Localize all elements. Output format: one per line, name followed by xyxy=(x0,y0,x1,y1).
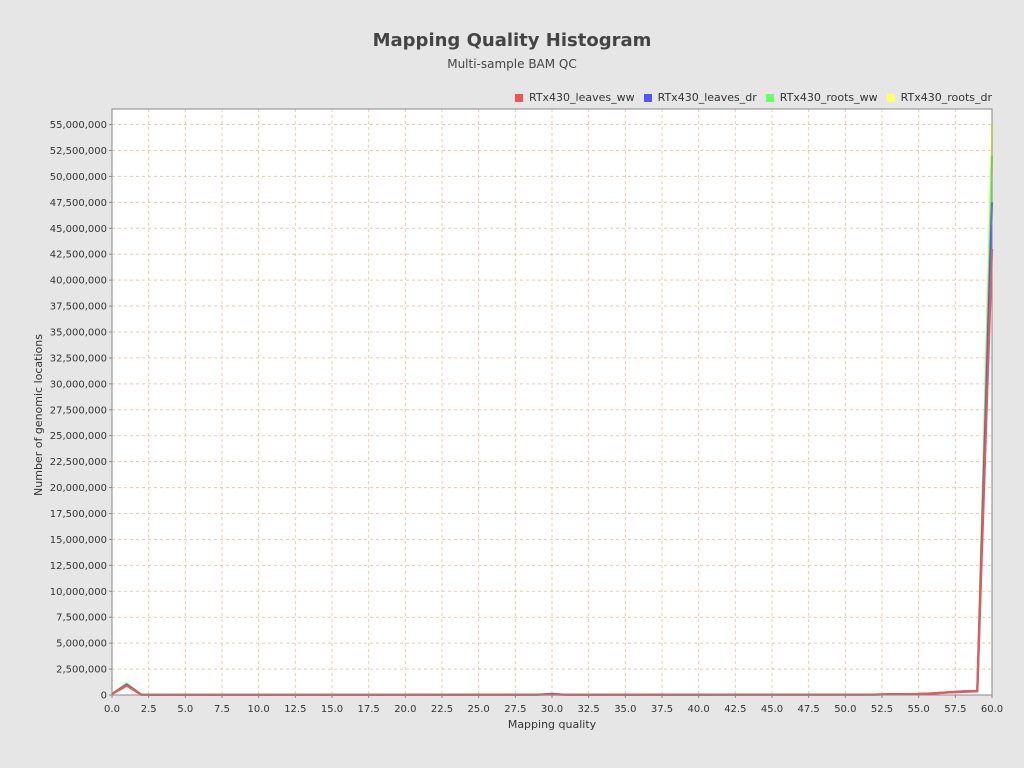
x-tick-label: 0.0 xyxy=(104,704,120,715)
y-tick-label: 37,500,000 xyxy=(50,302,107,313)
y-tick-label: 30,000,000 xyxy=(50,379,107,390)
x-tick-label: 7.5 xyxy=(214,704,230,715)
y-tick-label: 22,500,000 xyxy=(50,457,107,468)
x-tick-label: 30.0 xyxy=(541,704,563,715)
y-tick-label: 55,000,000 xyxy=(50,120,107,131)
x-tick-label: 22.5 xyxy=(431,704,453,715)
x-tick-label: 50.0 xyxy=(834,704,856,715)
y-tick-label: 47,500,000 xyxy=(50,198,107,209)
x-tick-label: 15.0 xyxy=(321,704,343,715)
y-tick-label: 10,000,000 xyxy=(50,587,107,598)
y-tick-label: 45,000,000 xyxy=(50,224,107,235)
y-axis-title: Number of genomic locations xyxy=(32,334,45,496)
x-tick-label: 27.5 xyxy=(504,704,526,715)
x-tick-label: 20.0 xyxy=(394,704,416,715)
y-tick-label: 40,000,000 xyxy=(50,276,107,287)
y-axis: 0 2,500,000 5,000,000 7,500,000 10,000,000 12… xyxy=(50,120,112,702)
y-tick-label: 35,000,000 xyxy=(50,327,107,338)
x-tick-label: 60.0 xyxy=(981,704,1003,715)
chart-canvas: 0.0 2.5 5.0 7.5 10.0 12.5 15.0 17.5 20.0 22.5 25.0… xyxy=(32,108,1003,731)
y-tick-label: 5,000,000 xyxy=(56,639,107,650)
x-tick-label: 45.0 xyxy=(761,704,783,715)
y-tick-label: 2,500,000 xyxy=(56,665,107,676)
x-tick-label: 10.0 xyxy=(248,704,270,715)
x-tick-label: 52.5 xyxy=(871,704,893,715)
y-tick-label: 27,500,000 xyxy=(50,405,107,416)
y-tick-label: 17,500,000 xyxy=(50,509,107,520)
x-tick-label: 17.5 xyxy=(358,704,380,715)
x-tick-label: 5.0 xyxy=(177,704,193,715)
x-tick-label: 55.0 xyxy=(908,704,930,715)
x-axis: 0.0 2.5 5.0 7.5 10.0 12.5 15.0 17.5 20.0 22.5 25.0… xyxy=(104,695,1003,715)
y-tick-label: 32,500,000 xyxy=(50,353,107,364)
y-tick-label: 15,000,000 xyxy=(50,535,107,546)
y-tick-label: 50,000,000 xyxy=(50,172,107,183)
x-tick-label: 37.5 xyxy=(651,704,673,715)
x-tick-label: 57.5 xyxy=(944,704,966,715)
y-tick-label: 25,000,000 xyxy=(50,431,107,442)
x-tick-label: 25.0 xyxy=(468,704,490,715)
x-tick-label: 40.0 xyxy=(688,704,710,715)
y-tick-label: 0 xyxy=(101,691,107,702)
x-tick-label: 12.5 xyxy=(284,704,306,715)
y-tick-label: 20,000,000 xyxy=(50,483,107,494)
x-tick-label: 35.0 xyxy=(614,704,636,715)
x-tick-label: 32.5 xyxy=(578,704,600,715)
y-tick-label: 7,500,000 xyxy=(56,613,107,624)
y-tick-label: 52,500,000 xyxy=(50,146,107,157)
x-tick-label: 2.5 xyxy=(141,704,157,715)
y-tick-label: 12,500,000 xyxy=(50,561,107,572)
y-tick-label: 42,500,000 xyxy=(50,250,107,261)
x-tick-label: 47.5 xyxy=(798,704,820,715)
x-tick-label: 42.5 xyxy=(724,704,746,715)
x-axis-title: Mapping quality xyxy=(508,718,597,731)
